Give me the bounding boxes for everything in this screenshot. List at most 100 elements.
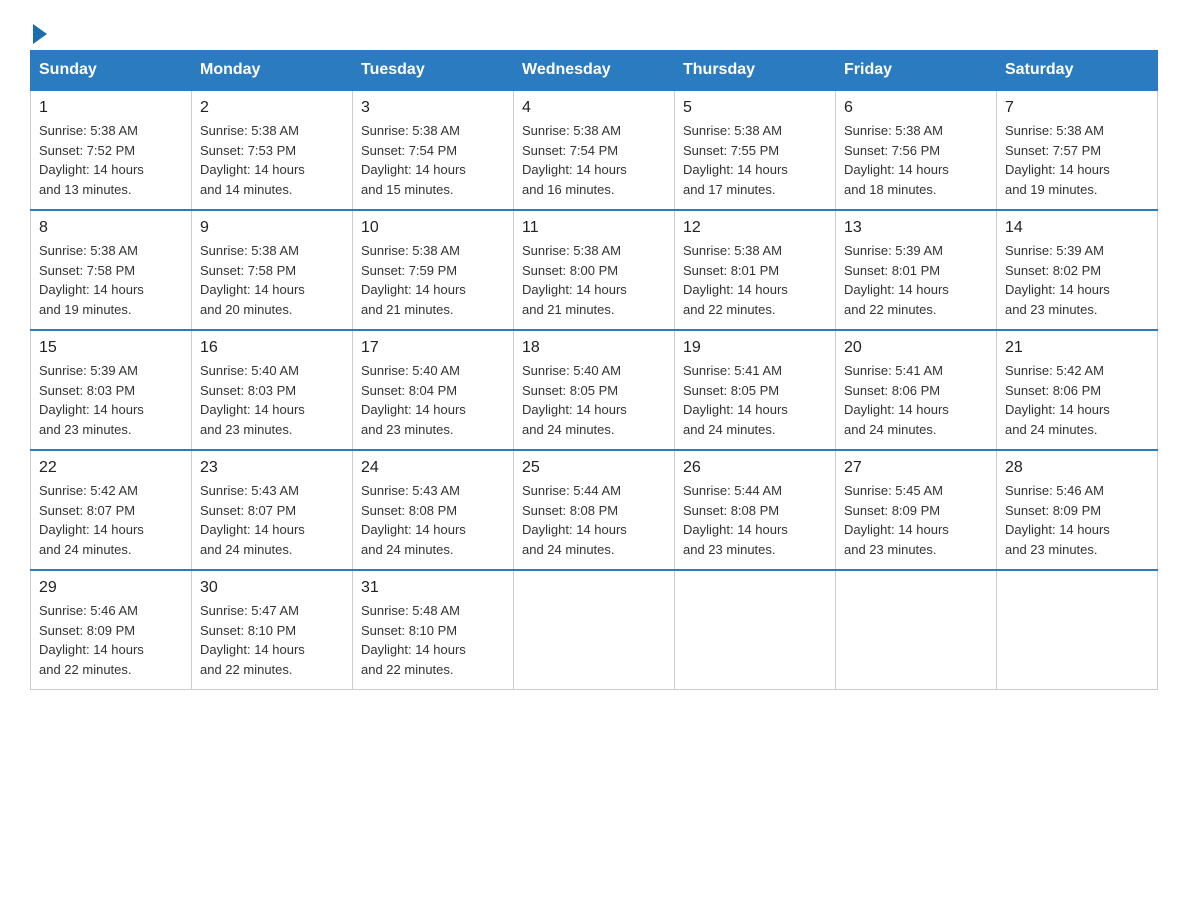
calendar-cell: 6 Sunrise: 5:38 AMSunset: 7:56 PMDaylight… (836, 90, 997, 210)
calendar-cell: 28 Sunrise: 5:46 AMSunset: 8:09 PMDayligh… (997, 450, 1158, 570)
calendar-cell (836, 570, 997, 690)
calendar-cell: 8 Sunrise: 5:38 AMSunset: 7:58 PMDaylight… (31, 210, 192, 330)
calendar-header-row: SundayMondayTuesdayWednesdayThursdayFrid… (31, 51, 1158, 91)
calendar-cell: 15 Sunrise: 5:39 AMSunset: 8:03 PMDayligh… (31, 330, 192, 450)
calendar-cell: 31Sunrise: 5:48 AMSunset: 8:10 PMDayligh… (353, 570, 514, 690)
column-header-thursday: Thursday (675, 51, 836, 91)
day-info: Sunrise: 5:38 AMSunset: 7:57 PMDaylight:… (1005, 121, 1149, 199)
calendar-cell: 12Sunrise: 5:38 AMSunset: 8:01 PMDayligh… (675, 210, 836, 330)
calendar-cell: 24 Sunrise: 5:43 AMSunset: 8:08 PMDayligh… (353, 450, 514, 570)
calendar-cell: 18 Sunrise: 5:40 AMSunset: 8:05 PMDayligh… (514, 330, 675, 450)
calendar-cell: 17 Sunrise: 5:40 AMSunset: 8:04 PMDayligh… (353, 330, 514, 450)
calendar-cell: 13Sunrise: 5:39 AMSunset: 8:01 PMDayligh… (836, 210, 997, 330)
day-number: 3 (361, 99, 505, 117)
calendar-cell: 14Sunrise: 5:39 AMSunset: 8:02 PMDayligh… (997, 210, 1158, 330)
day-info: Sunrise: 5:38 AMSunset: 7:56 PMDaylight:… (844, 121, 988, 199)
calendar-cell (514, 570, 675, 690)
column-header-sunday: Sunday (31, 51, 192, 91)
page-header (30, 20, 1158, 40)
day-number: 26 (683, 459, 827, 477)
day-number: 8 (39, 219, 183, 237)
day-number: 15 (39, 339, 183, 357)
day-number: 20 (844, 339, 988, 357)
calendar-cell: 21Sunrise: 5:42 AMSunset: 8:06 PMDayligh… (997, 330, 1158, 450)
calendar-cell: 1 Sunrise: 5:38 AMSunset: 7:52 PMDaylight… (31, 90, 192, 210)
day-info: Sunrise: 5:47 AMSunset: 8:10 PMDaylight:… (200, 601, 344, 679)
day-number: 29 (39, 579, 183, 597)
calendar-week-row: 29 Sunrise: 5:46 AMSunset: 8:09 PMDayligh… (31, 570, 1158, 690)
day-number: 1 (39, 99, 183, 117)
day-number: 4 (522, 99, 666, 117)
day-info: Sunrise: 5:44 AMSunset: 8:08 PMDaylight:… (683, 481, 827, 559)
calendar-cell: 26 Sunrise: 5:44 AMSunset: 8:08 PMDayligh… (675, 450, 836, 570)
day-info: Sunrise: 5:43 AMSunset: 8:07 PMDaylight:… (200, 481, 344, 559)
day-number: 10 (361, 219, 505, 237)
day-info: Sunrise: 5:38 AMSunset: 7:58 PMDaylight:… (200, 241, 344, 319)
day-info: Sunrise: 5:46 AMSunset: 8:09 PMDaylight:… (39, 601, 183, 679)
day-number: 23 (200, 459, 344, 477)
day-number: 21 (1005, 339, 1149, 357)
day-info: Sunrise: 5:39 AMSunset: 8:02 PMDaylight:… (1005, 241, 1149, 319)
column-header-friday: Friday (836, 51, 997, 91)
day-info: Sunrise: 5:42 AMSunset: 8:07 PMDaylight:… (39, 481, 183, 559)
logo-arrow-icon (33, 24, 47, 44)
day-number: 27 (844, 459, 988, 477)
day-info: Sunrise: 5:38 AMSunset: 7:55 PMDaylight:… (683, 121, 827, 199)
day-info: Sunrise: 5:38 AMSunset: 7:58 PMDaylight:… (39, 241, 183, 319)
column-header-monday: Monday (192, 51, 353, 91)
calendar-cell: 16 Sunrise: 5:40 AMSunset: 8:03 PMDayligh… (192, 330, 353, 450)
calendar-week-row: 8 Sunrise: 5:38 AMSunset: 7:58 PMDaylight… (31, 210, 1158, 330)
calendar-cell: 27 Sunrise: 5:45 AMSunset: 8:09 PMDayligh… (836, 450, 997, 570)
calendar-cell: 9Sunrise: 5:38 AMSunset: 7:58 PMDaylight… (192, 210, 353, 330)
day-info: Sunrise: 5:46 AMSunset: 8:09 PMDaylight:… (1005, 481, 1149, 559)
day-number: 6 (844, 99, 988, 117)
calendar-cell (675, 570, 836, 690)
calendar-cell: 3 Sunrise: 5:38 AMSunset: 7:54 PMDaylight… (353, 90, 514, 210)
day-info: Sunrise: 5:41 AMSunset: 8:06 PMDaylight:… (844, 361, 988, 439)
calendar-cell (997, 570, 1158, 690)
calendar-cell: 4 Sunrise: 5:38 AMSunset: 7:54 PMDaylight… (514, 90, 675, 210)
calendar-week-row: 22 Sunrise: 5:42 AMSunset: 8:07 PMDayligh… (31, 450, 1158, 570)
calendar-cell: 30 Sunrise: 5:47 AMSunset: 8:10 PMDayligh… (192, 570, 353, 690)
day-number: 5 (683, 99, 827, 117)
day-number: 7 (1005, 99, 1149, 117)
day-info: Sunrise: 5:39 AMSunset: 8:03 PMDaylight:… (39, 361, 183, 439)
day-info: Sunrise: 5:38 AMSunset: 7:54 PMDaylight:… (361, 121, 505, 199)
day-number: 2 (200, 99, 344, 117)
column-header-tuesday: Tuesday (353, 51, 514, 91)
day-number: 24 (361, 459, 505, 477)
calendar-cell: 22 Sunrise: 5:42 AMSunset: 8:07 PMDayligh… (31, 450, 192, 570)
day-number: 28 (1005, 459, 1149, 477)
day-info: Sunrise: 5:40 AMSunset: 8:04 PMDaylight:… (361, 361, 505, 439)
day-number: 31 (361, 579, 505, 597)
day-info: Sunrise: 5:38 AMSunset: 8:00 PMDaylight:… (522, 241, 666, 319)
day-info: Sunrise: 5:38 AMSunset: 7:54 PMDaylight:… (522, 121, 666, 199)
calendar-cell: 11Sunrise: 5:38 AMSunset: 8:00 PMDayligh… (514, 210, 675, 330)
day-number: 19 (683, 339, 827, 357)
day-number: 13 (844, 219, 988, 237)
day-number: 30 (200, 579, 344, 597)
day-number: 16 (200, 339, 344, 357)
day-number: 22 (39, 459, 183, 477)
day-info: Sunrise: 5:38 AMSunset: 8:01 PMDaylight:… (683, 241, 827, 319)
column-header-wednesday: Wednesday (514, 51, 675, 91)
day-info: Sunrise: 5:44 AMSunset: 8:08 PMDaylight:… (522, 481, 666, 559)
logo (30, 20, 47, 40)
day-info: Sunrise: 5:45 AMSunset: 8:09 PMDaylight:… (844, 481, 988, 559)
day-number: 18 (522, 339, 666, 357)
day-number: 17 (361, 339, 505, 357)
calendar-cell: 10 Sunrise: 5:38 AMSunset: 7:59 PMDayligh… (353, 210, 514, 330)
day-info: Sunrise: 5:38 AMSunset: 7:52 PMDaylight:… (39, 121, 183, 199)
calendar-cell: 29 Sunrise: 5:46 AMSunset: 8:09 PMDayligh… (31, 570, 192, 690)
calendar-table: SundayMondayTuesdayWednesdayThursdayFrid… (30, 50, 1158, 690)
day-number: 25 (522, 459, 666, 477)
day-info: Sunrise: 5:43 AMSunset: 8:08 PMDaylight:… (361, 481, 505, 559)
day-info: Sunrise: 5:40 AMSunset: 8:03 PMDaylight:… (200, 361, 344, 439)
calendar-cell: 25 Sunrise: 5:44 AMSunset: 8:08 PMDayligh… (514, 450, 675, 570)
day-info: Sunrise: 5:38 AMSunset: 7:59 PMDaylight:… (361, 241, 505, 319)
day-info: Sunrise: 5:41 AMSunset: 8:05 PMDaylight:… (683, 361, 827, 439)
day-info: Sunrise: 5:40 AMSunset: 8:05 PMDaylight:… (522, 361, 666, 439)
calendar-week-row: 1 Sunrise: 5:38 AMSunset: 7:52 PMDaylight… (31, 90, 1158, 210)
calendar-cell: 5 Sunrise: 5:38 AMSunset: 7:55 PMDaylight… (675, 90, 836, 210)
column-header-saturday: Saturday (997, 51, 1158, 91)
